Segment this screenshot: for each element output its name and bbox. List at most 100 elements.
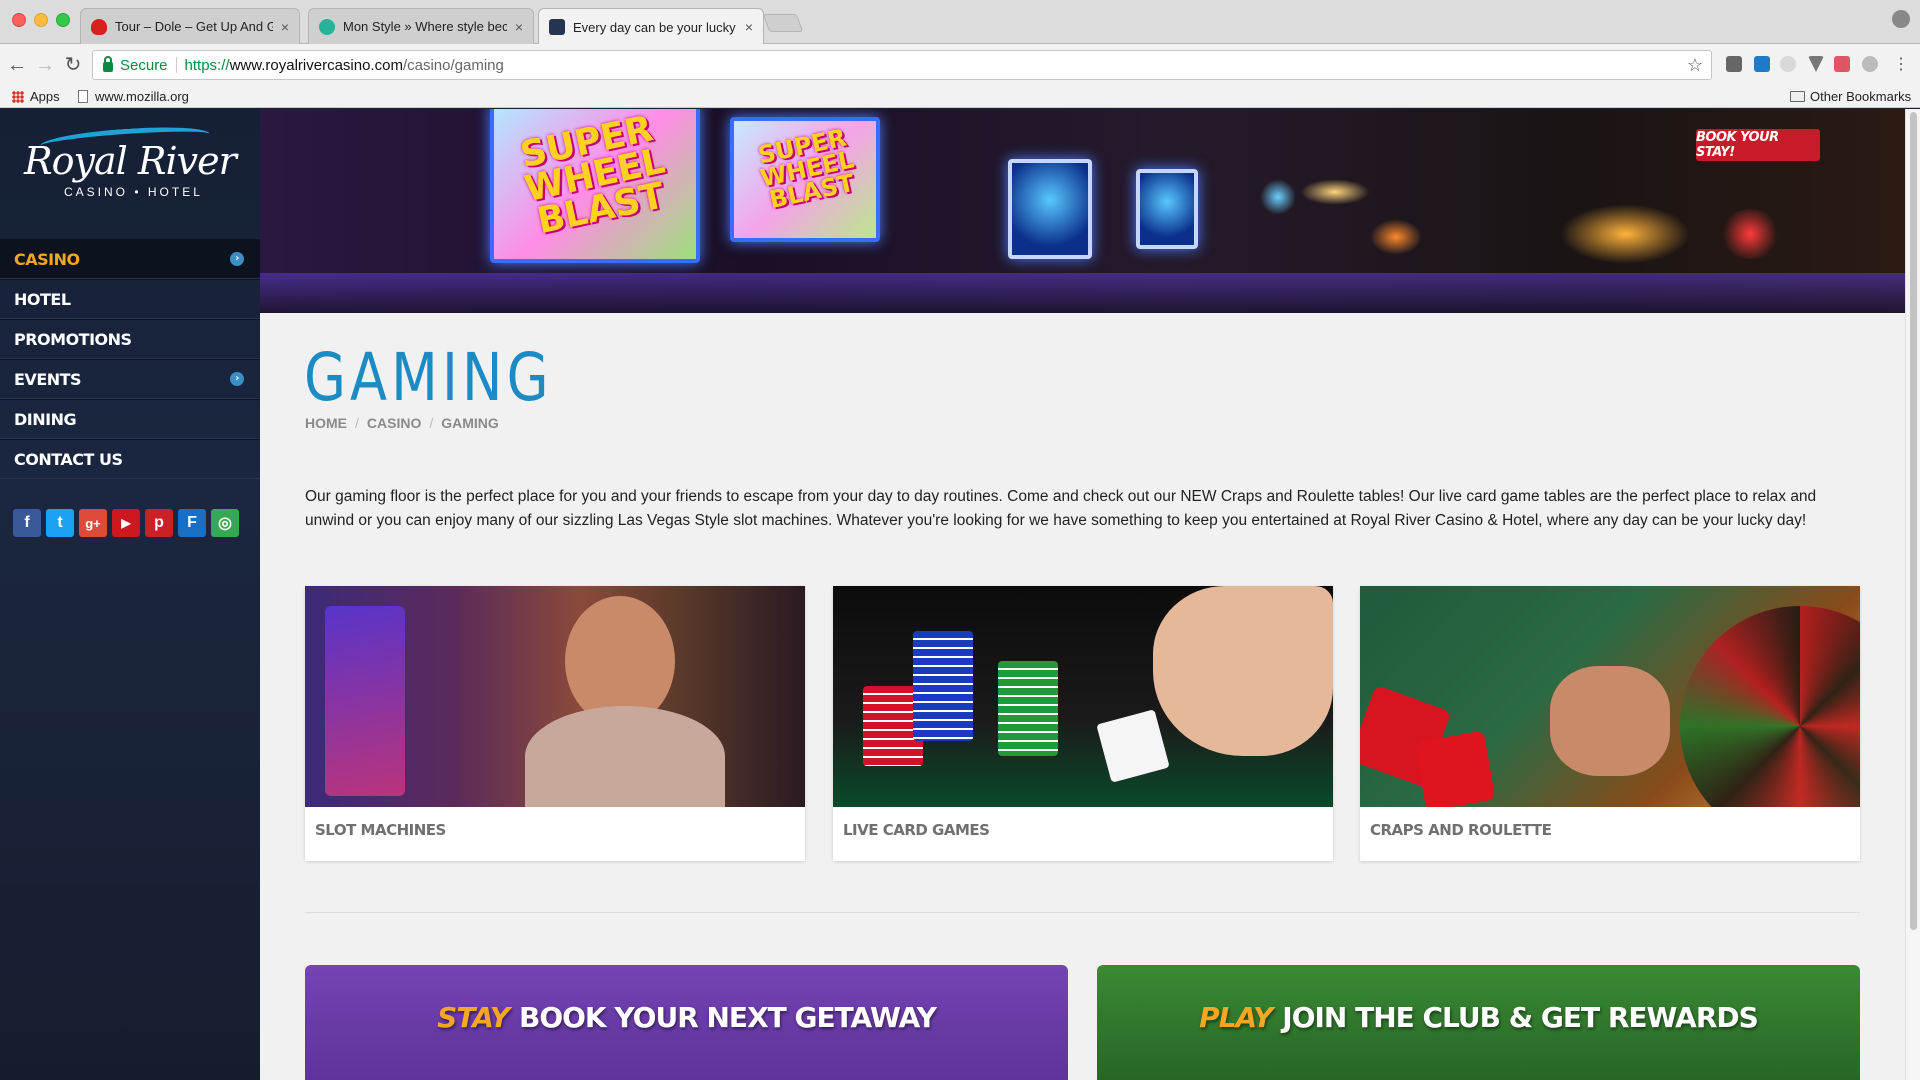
section-divider (305, 912, 1860, 913)
tab-close-icon[interactable]: × (745, 19, 753, 35)
tab-label: Tour – Dole – Get Up And Grow (115, 19, 273, 34)
tab-close-icon[interactable]: × (515, 19, 523, 35)
promo-stay[interactable]: STAY BOOK YOUR NEXT GETAWAY (305, 965, 1068, 1080)
pinterest-icon[interactable]: p (145, 509, 173, 537)
menu-item-label: DINING (14, 409, 77, 429)
menu-item-casino[interactable]: CASINO › (0, 239, 260, 279)
sidebar: Royal River CASINO • HOTEL CASINO › HOTE… (0, 109, 260, 1080)
tab-close-icon[interactable]: × (281, 19, 289, 35)
site-logo[interactable]: Royal River CASINO • HOTEL (0, 109, 260, 239)
menu-item-label: CASINO (14, 249, 80, 269)
book-your-stay-button[interactable]: BOOK YOUR STAY! (1696, 129, 1820, 161)
neon-light (1370, 219, 1422, 255)
card-title: LIVE CARD GAMES (843, 821, 990, 839)
twitter-icon[interactable]: t (46, 509, 74, 537)
strawberry-icon (91, 18, 107, 35)
page-icon (78, 90, 88, 103)
craps-and-roulette-image (1360, 586, 1860, 807)
menu-item-promotions[interactable]: PROMOTIONS (0, 319, 260, 359)
intro-paragraph: Our gaming floor is the perfect place fo… (305, 488, 1817, 529)
neon-light (1260, 179, 1296, 215)
breadcrumb-casino[interactable]: CASINO (367, 415, 421, 431)
card-slot-machines[interactable]: SLOT MACHINES (305, 586, 805, 861)
menu-item-label: CONTACT US (14, 449, 123, 469)
folder-icon (1790, 91, 1805, 102)
chevron-right-icon[interactable]: › (230, 372, 244, 386)
promo-accent: PLAY (1199, 1001, 1273, 1034)
bookmark-mozilla[interactable]: www.mozilla.org (78, 89, 189, 104)
main-menu: CASINO › HOTEL PROMOTIONS EVENTS › DININ… (0, 239, 260, 479)
reload-icon[interactable]: ↻ (62, 54, 84, 76)
menu-item-contact-us[interactable]: CONTACT US (0, 439, 260, 479)
forward-arrow-icon[interactable]: → (34, 54, 56, 76)
bookmark-star-icon[interactable]: ☆ (1687, 55, 1703, 76)
address-bar[interactable]: Secure https:// www.royalrivercasino.com… (92, 50, 1712, 80)
extension-light-icon[interactable] (1862, 56, 1878, 72)
window-close-button[interactable] (12, 13, 26, 27)
royalriver-favicon-icon (549, 19, 565, 35)
google-plus-icon[interactable]: g+ (79, 509, 107, 537)
menu-item-dining[interactable]: DINING (0, 399, 260, 439)
menu-item-hotel[interactable]: HOTEL (0, 279, 260, 319)
bookmark-apps[interactable]: Apps (12, 89, 60, 104)
foursquare-icon[interactable]: F (178, 509, 206, 537)
youtube-icon[interactable]: ▶ (112, 509, 140, 537)
card-title: SLOT MACHINES (315, 821, 446, 839)
promo-heading: STAY BOOK YOUR NEXT GETAWAY (305, 1001, 1068, 1034)
window-zoom-button[interactable] (56, 13, 70, 27)
bookmark-other[interactable]: Other Bookmarks (1790, 89, 1911, 104)
extension-shield-icon[interactable] (1808, 56, 1824, 72)
new-tab-button[interactable] (762, 14, 804, 32)
bookmark-label: www.mozilla.org (95, 89, 189, 104)
breadcrumb-home[interactable]: HOME (305, 415, 347, 431)
extension-blue-icon[interactable] (1754, 56, 1770, 72)
menu-kebab-icon[interactable]: ⋮ (1890, 54, 1912, 76)
menu-item-label: EVENTS (14, 369, 82, 389)
lock-icon (103, 56, 113, 72)
breadcrumb-current: GAMING (441, 415, 499, 431)
menu-item-label: HOTEL (14, 289, 71, 309)
card-live-card-games[interactable]: LIVE CARD GAMES (833, 586, 1333, 861)
slot-screen-4 (1136, 169, 1198, 249)
breadcrumb-separator: / (355, 415, 359, 431)
slot-screen-text: SUPER WHEEL BLAST (755, 123, 857, 214)
chevron-right-icon[interactable]: › (230, 252, 244, 266)
bookmarks-bar: Apps www.mozilla.org Other Bookmarks (0, 86, 1920, 108)
live-card-games-image (833, 586, 1333, 807)
hero-slot-row (260, 273, 1905, 313)
bookmark-label: Other Bookmarks (1810, 89, 1912, 104)
cast-extension-icon[interactable] (1726, 56, 1742, 72)
page-viewport: Royal River CASINO • HOTEL CASINO › HOTE… (0, 109, 1920, 1080)
breadcrumb: HOME / CASINO / GAMING (305, 415, 499, 431)
logo-subtitle: CASINO • HOTEL (64, 185, 203, 199)
page-title: GAMING (304, 339, 553, 416)
logo-name: Royal River (24, 139, 237, 183)
url-protocol: https:// (184, 56, 230, 74)
window-minimize-button[interactable] (34, 13, 48, 27)
extension-gray-icon[interactable] (1780, 56, 1796, 72)
apps-grid-icon (12, 90, 24, 103)
promo-text: BOOK YOUR NEXT GETAWAY (518, 1001, 937, 1034)
tripadvisor-icon[interactable]: ◎ (211, 509, 239, 537)
card-title: CRAPS AND ROULETTE (1370, 821, 1552, 839)
browser-toolbar: ← → ↻ Secure https:// www.royalrivercasi… (0, 44, 1920, 86)
hero-banner: SUPER WHEEL BLAST SUPER WHEEL BLAST BOOK… (260, 109, 1905, 313)
page-scrollbar[interactable] (1905, 109, 1920, 1080)
profile-icon[interactable] (1892, 10, 1910, 28)
back-arrow-icon[interactable]: ← (6, 54, 28, 76)
neon-sign-light (1720, 209, 1780, 259)
extension-red-icon[interactable] (1834, 56, 1850, 72)
monstyle-favicon-icon (319, 18, 335, 35)
tab-label: Every day can be your lucky d (573, 19, 737, 35)
social-links: f t g+ ▶ p F ◎ (13, 509, 239, 537)
scrollbar-thumb[interactable] (1910, 112, 1917, 930)
browser-tab-dole[interactable]: Tour – Dole – Get Up And Grow × (80, 8, 300, 44)
card-craps-and-roulette[interactable]: CRAPS AND ROULETTE (1360, 586, 1860, 861)
promo-play[interactable]: PLAY JOIN THE CLUB & GET REWARDS (1097, 965, 1860, 1080)
promo-heading: PLAY JOIN THE CLUB & GET REWARDS (1097, 1001, 1860, 1034)
facebook-icon[interactable]: f (13, 509, 41, 537)
browser-tab-monstyle[interactable]: Mon Style » Where style beco × (308, 8, 534, 44)
slot-screen-3 (1008, 159, 1092, 259)
menu-item-events[interactable]: EVENTS › (0, 359, 260, 399)
browser-tab-royalriver[interactable]: Every day can be your lucky d × (538, 8, 764, 45)
